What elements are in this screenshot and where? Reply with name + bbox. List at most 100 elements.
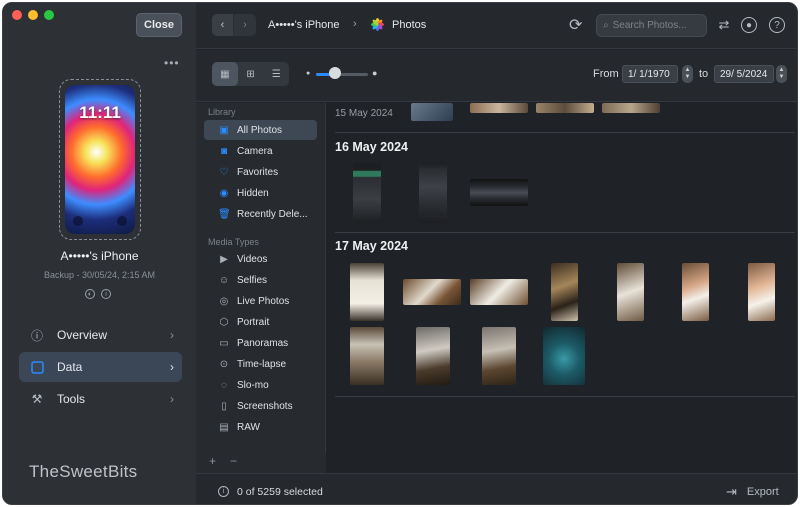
trash-icon: 🗑 (218, 208, 231, 220)
zoom-slider[interactable] (316, 73, 368, 76)
tools-icon: ⚒ (31, 392, 43, 406)
remove-album-button[interactable]: − (230, 454, 237, 468)
device-name: A•••••'s iPhone (60, 249, 139, 263)
sidebar-item-recently-deleted[interactable]: 🗑 Recently Dele... (204, 204, 317, 224)
transfer-icon[interactable]: ⇄ (716, 17, 732, 33)
device-info-icon[interactable]: i (101, 289, 111, 299)
info-icon: ⓘ (30, 328, 43, 343)
export-button[interactable]: ⇥ Export (726, 484, 779, 500)
help-icon[interactable]: ? (769, 17, 785, 33)
device-panel: Close ••• 11:11 A•••••'s iPhone Backup -… (3, 3, 196, 504)
sidebar-item-slo-mo[interactable]: ◌ Slo-mo (204, 375, 317, 395)
camera-shortcut-icon (117, 216, 127, 226)
photo-thumbnail[interactable] (411, 103, 453, 121)
zoom-slider-handle[interactable] (329, 67, 341, 79)
back-button[interactable]: ‹ (212, 14, 234, 36)
sidebar-footer: + − (196, 453, 326, 473)
sidebar-item-hidden[interactable]: ◉ Hidden (204, 183, 317, 203)
photo-thumbnail[interactable] (470, 103, 528, 113)
portrait-icon: ⬡ (219, 316, 229, 328)
screenshot-thumbnail[interactable] (353, 163, 381, 223)
nav-label: Overview (57, 328, 108, 342)
sidebar-item-screenshots[interactable]: ▯ Screenshots (204, 396, 317, 416)
zoom-in-icon[interactable]: ● (372, 68, 377, 78)
search-input[interactable] (612, 20, 693, 31)
nav-overview[interactable]: ⓘ Overview › (19, 320, 182, 350)
eye-icon: ◉ (219, 187, 229, 199)
sidebar-item-label: Videos (237, 253, 268, 265)
date-to-stepper[interactable]: ▲ ▼ (776, 65, 787, 83)
list-icon[interactable]: ☰ (263, 62, 289, 86)
more-options-icon[interactable]: ••• (164, 56, 180, 70)
photo-thumbnail[interactable] (470, 279, 528, 305)
sidebar-item-favorites[interactable]: ♡ Favorites (204, 162, 317, 182)
sidebar-item-all-photos[interactable]: ▣ All Photos (204, 120, 317, 140)
sidebar-item-camera[interactable]: ◙ Camera (204, 141, 317, 161)
sidebar-item-panoramas[interactable]: ▭ Panoramas (204, 333, 317, 353)
photo-thumbnail[interactable] (482, 327, 516, 385)
nav-tools[interactable]: ⚒ Tools › (19, 384, 182, 414)
sidebar-item-label: RAW (237, 421, 260, 433)
grid-small-icon[interactable]: ⊞ (238, 62, 264, 86)
photo-thumbnail[interactable] (350, 327, 384, 385)
photos-sidebar: Library ▣ All Photos ◙ Camera ♡ Favorites ◉… (196, 103, 326, 473)
day-divider (335, 232, 795, 233)
data-icon (29, 359, 45, 375)
add-album-button[interactable]: + (209, 454, 216, 468)
account-icon[interactable]: ● (741, 17, 757, 33)
photo-thumbnail[interactable] (416, 327, 450, 385)
photo-thumbnail[interactable] (403, 279, 461, 305)
video-icon: ▶ (220, 253, 228, 265)
sidebar-item-label: Panoramas (237, 337, 289, 349)
media-types-section-title: Media Types (208, 237, 259, 247)
sidebar-item-label: Slo-mo (237, 379, 269, 391)
photos-app-icon (371, 18, 384, 31)
photo-thumbnail[interactable] (543, 327, 585, 385)
sidebar-item-live-photos[interactable]: ◎ Live Photos (204, 291, 317, 311)
date-from-stepper[interactable]: ▲ ▼ (682, 65, 693, 83)
photo-thumbnail[interactable] (682, 263, 709, 321)
minimize-window-icon[interactable] (28, 10, 38, 20)
photo-thumbnail[interactable] (602, 103, 660, 113)
nav-data[interactable]: Data › (19, 352, 182, 382)
photo-thumbnail[interactable] (748, 263, 775, 321)
selection-count: 0 of 5259 selected (237, 486, 323, 498)
sidebar-item-selfies[interactable]: ☺ Selfies (204, 270, 317, 290)
sidebar-item-portrait[interactable]: ⬡ Portrait (204, 312, 317, 332)
breadcrumb-device[interactable]: A•••••'s iPhone (268, 19, 340, 31)
sidebar-item-videos[interactable]: ▶ Videos (204, 249, 317, 269)
screenshot-thumbnail[interactable] (470, 179, 528, 206)
photo-thumbnail[interactable] (536, 103, 594, 113)
breadcrumb-photos: Photos (392, 19, 427, 31)
search-field[interactable]: ⌕ (596, 14, 707, 37)
refresh-icon[interactable]: ⟳ (569, 15, 582, 35)
chevron-right-icon: › (170, 328, 174, 342)
photos-toolbar: ▦ ⊞ ☰ ● ● From 1/ 1/1970 ▲ ▼ to 29/ 5/202… (196, 50, 797, 102)
grid-large-icon[interactable]: ▦ (212, 62, 238, 86)
status-bar: i 0 of 5259 selected ⇥ Export (196, 473, 797, 504)
window-controls (12, 10, 54, 20)
info-icon[interactable]: i (218, 486, 229, 497)
sidebar-item-time-lapse[interactable]: ⊙ Time-lapse (204, 354, 317, 374)
screenshot-thumbnail[interactable] (419, 163, 447, 223)
close-button[interactable]: Close (136, 13, 182, 37)
view-mode-switch: ▦ ⊞ ☰ (212, 62, 289, 86)
device-status-icon[interactable]: ◐ (85, 289, 95, 299)
date-to-field[interactable]: 29/ 5/2024 (714, 65, 774, 83)
zoom-out-icon[interactable]: ● (306, 70, 310, 77)
photo-thumbnail[interactable] (551, 263, 578, 321)
search-icon: ⌕ (603, 20, 609, 31)
photo-thumbnail[interactable] (350, 263, 384, 321)
sidebar-item-raw[interactable]: ▤ RAW (204, 417, 317, 437)
library-section-title: Library (208, 107, 236, 117)
photo-thumbnail[interactable] (617, 263, 644, 321)
zoom-window-icon[interactable] (44, 10, 54, 20)
sidebar-item-label: Recently Dele... (237, 208, 308, 220)
sidebar-item-label: Hidden (237, 187, 269, 199)
date-from-field[interactable]: 1/ 1/1970 (622, 65, 678, 83)
day-divider (335, 132, 795, 133)
close-window-icon[interactable] (12, 10, 22, 20)
timelapse-icon: ⊙ (219, 358, 229, 370)
heart-icon: ♡ (219, 166, 229, 178)
forward-button[interactable]: › (234, 14, 256, 36)
